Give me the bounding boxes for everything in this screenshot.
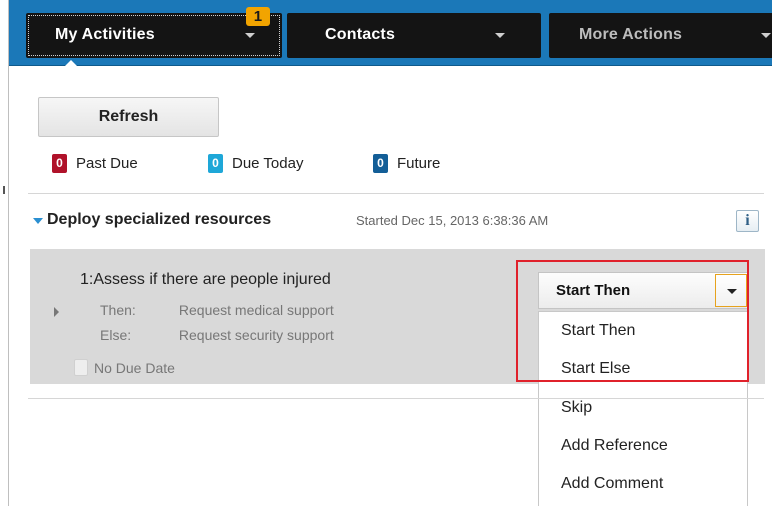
tab-my-activities[interactable]: My Activities 1 <box>26 7 282 58</box>
left-edge-panel <box>0 0 9 506</box>
calendar-icon[interactable] <box>74 359 88 376</box>
menu-item-add-comment[interactable]: Add Comment <box>561 475 663 493</box>
menu-item-start-else[interactable]: Start Else <box>561 360 630 378</box>
start-then-button-label[interactable]: Start Then <box>556 282 630 299</box>
notification-badge: 1 <box>246 7 270 26</box>
due-today-count-badge: 0 <box>208 153 223 173</box>
activity-then-row: Then: Request medical support <box>100 302 334 318</box>
chevron-down-icon[interactable] <box>495 33 505 38</box>
else-value: Request security support <box>178 327 334 343</box>
then-value: Request medical support <box>178 302 334 318</box>
chevron-down-icon[interactable] <box>761 33 771 38</box>
activity-else-row: Else: Request security support <box>100 327 334 343</box>
future-label: Future <box>397 154 441 172</box>
else-key: Else: <box>100 327 132 343</box>
active-tab-pointer <box>63 60 79 68</box>
task-header: Deploy specialized resources Started Dec… <box>30 209 766 235</box>
menu-item-skip[interactable]: Skip <box>561 399 592 417</box>
past-due-count-badge: 0 <box>52 153 67 173</box>
start-then-split-button[interactable]: Start Then <box>538 272 749 309</box>
future-count-badge: 0 <box>373 153 388 173</box>
tab-contacts[interactable]: Contacts <box>287 13 541 58</box>
counter-future[interactable]: 0 Future <box>373 153 441 173</box>
edge-marker <box>3 186 5 194</box>
status-counters: 0 Past Due 0 Due Today 0 Future <box>52 151 440 175</box>
counter-past-due[interactable]: 0 Past Due <box>52 153 208 173</box>
task-started-timestamp: Started Dec 15, 2013 6:38:36 AM <box>356 213 549 228</box>
divider <box>28 193 764 194</box>
due-date-label: No Due Date <box>94 359 175 376</box>
activity-title: 1:Assess if there are people injured <box>80 271 331 288</box>
chevron-down-icon[interactable] <box>245 33 255 38</box>
action-dropdown-toggle[interactable] <box>715 274 747 307</box>
action-menu: Start Then Start Else Skip Add Reference… <box>538 311 748 506</box>
divider <box>28 398 764 399</box>
counter-due-today[interactable]: 0 Due Today <box>208 153 373 173</box>
past-due-label: Past Due <box>76 154 138 172</box>
tab-more-actions-label: More Actions <box>579 26 683 43</box>
expand-arrow-icon[interactable] <box>54 307 59 317</box>
chevron-down-icon <box>727 289 737 294</box>
due-today-label: Due Today <box>232 154 304 172</box>
collapse-triangle-icon[interactable] <box>33 218 43 224</box>
top-toolbar: My Activities 1 Contacts More Actions <box>9 0 772 68</box>
then-key: Then: <box>100 302 136 318</box>
tab-contacts-label: Contacts <box>325 26 396 43</box>
menu-item-add-reference[interactable]: Add Reference <box>561 437 668 455</box>
menu-item-start-then[interactable]: Start Then <box>561 322 635 340</box>
info-icon[interactable]: i <box>736 210 759 232</box>
tab-more-actions[interactable]: More Actions <box>549 13 772 58</box>
due-date[interactable]: No Due Date <box>74 359 175 376</box>
tab-my-activities-label: My Activities <box>55 26 155 43</box>
refresh-button[interactable]: Refresh <box>38 97 219 137</box>
task-title[interactable]: Deploy specialized resources <box>47 211 271 229</box>
